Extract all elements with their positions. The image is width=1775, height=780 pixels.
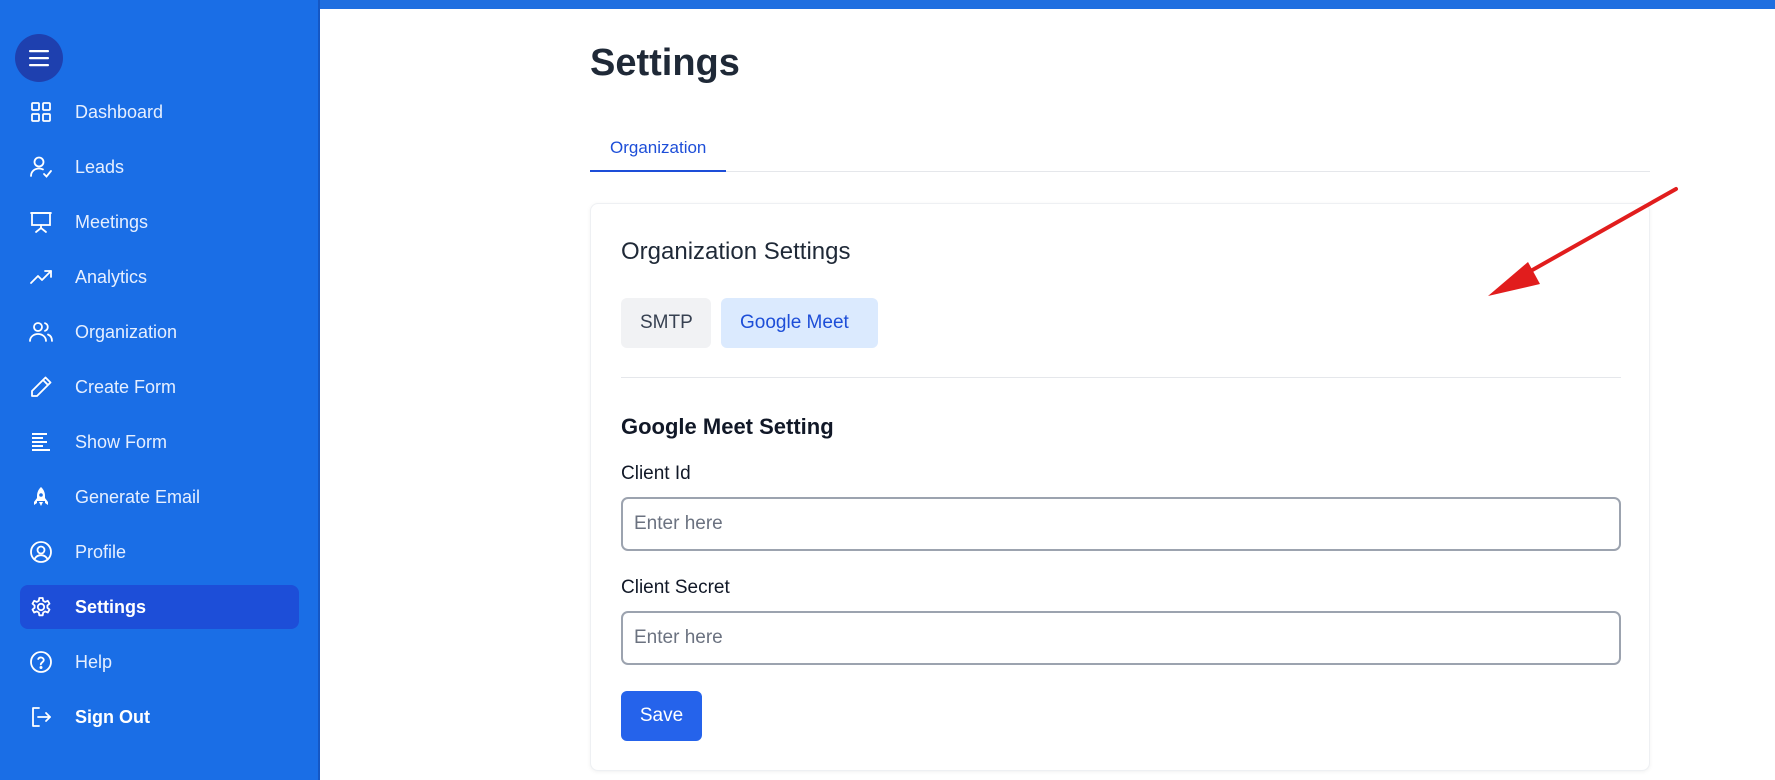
page-title: Settings bbox=[590, 42, 740, 84]
rocket-icon bbox=[34, 487, 48, 506]
sidebar-item-label: Sign Out bbox=[75, 706, 150, 727]
sidebar-item-meetings[interactable]: Meetings bbox=[20, 200, 299, 244]
presentation-icon bbox=[30, 212, 52, 233]
sidebar-item-label: Leads bbox=[75, 156, 125, 177]
sidebar-item-generate-email[interactable]: Generate Email bbox=[20, 475, 299, 519]
subtab-google-meet[interactable]: Google Meet bbox=[721, 298, 878, 348]
sidebar-item-label: Settings bbox=[75, 596, 147, 617]
sidebar-item-help[interactable]: Help bbox=[20, 640, 299, 684]
annotation-arrow bbox=[1488, 187, 1678, 296]
trending-up-icon bbox=[30, 270, 52, 284]
card-title: Organization Settings bbox=[621, 238, 851, 265]
pencil-icon bbox=[31, 376, 52, 397]
client-id-label: Client Id bbox=[621, 463, 691, 484]
sidebar-item-label: Meetings bbox=[75, 211, 149, 232]
sidebar-item-label: Generate Email bbox=[75, 486, 201, 507]
sign-out-icon bbox=[32, 707, 51, 727]
sidebar-item-profile[interactable]: Profile bbox=[20, 530, 299, 574]
tab-organization[interactable]: Organization bbox=[590, 130, 727, 172]
client-id-input[interactable] bbox=[621, 497, 1621, 551]
menu-toggle-button[interactable] bbox=[15, 34, 63, 82]
client-secret-input[interactable] bbox=[621, 611, 1621, 665]
sidebar-item-dashboard[interactable]: Dashboard bbox=[20, 90, 299, 134]
users-icon bbox=[29, 322, 53, 342]
sidebar-item-label: Organization bbox=[75, 321, 178, 342]
sidebar-item-label: Profile bbox=[75, 541, 127, 562]
sidebar-item-create-form[interactable]: Create Form bbox=[20, 365, 299, 409]
sidebar-item-analytics[interactable]: Analytics bbox=[20, 255, 299, 299]
sidebar-item-organization[interactable]: Organization bbox=[20, 310, 299, 354]
gear-icon bbox=[31, 597, 51, 617]
save-button[interactable]: Save bbox=[621, 691, 702, 741]
align-left-icon bbox=[32, 433, 50, 451]
client-secret-label: Client Secret bbox=[621, 577, 730, 598]
sidebar-item-label: Show Form bbox=[75, 431, 168, 452]
sidebar-nav: Dashboard Leads Meetings Analytics Organ… bbox=[20, 90, 299, 750]
grid-icon bbox=[31, 102, 51, 122]
sidebar-item-label: Create Form bbox=[75, 376, 177, 397]
sidebar-item-show-form[interactable]: Show Form bbox=[20, 420, 299, 464]
divider bbox=[621, 377, 1621, 378]
sidebar-item-leads[interactable]: Leads bbox=[20, 145, 299, 189]
subtab-smtp[interactable]: SMTP bbox=[621, 298, 711, 348]
hamburger-icon bbox=[29, 50, 49, 67]
user-check-icon bbox=[30, 156, 52, 178]
sidebar-item-label: Help bbox=[75, 651, 113, 672]
sidebar-item-label: Dashboard bbox=[75, 101, 164, 122]
help-circle-icon bbox=[30, 651, 52, 673]
sidebar-item-sign-out[interactable]: Sign Out bbox=[20, 695, 299, 739]
sidebar-item-label: Analytics bbox=[75, 266, 148, 287]
sidebar: Dashboard Leads Meetings Analytics Organ… bbox=[0, 0, 320, 780]
sidebar-item-settings[interactable]: Settings bbox=[20, 585, 299, 629]
user-circle-icon bbox=[30, 541, 52, 563]
tab-bar: Organization bbox=[590, 130, 1650, 172]
section-title: Google Meet Setting bbox=[621, 414, 834, 439]
